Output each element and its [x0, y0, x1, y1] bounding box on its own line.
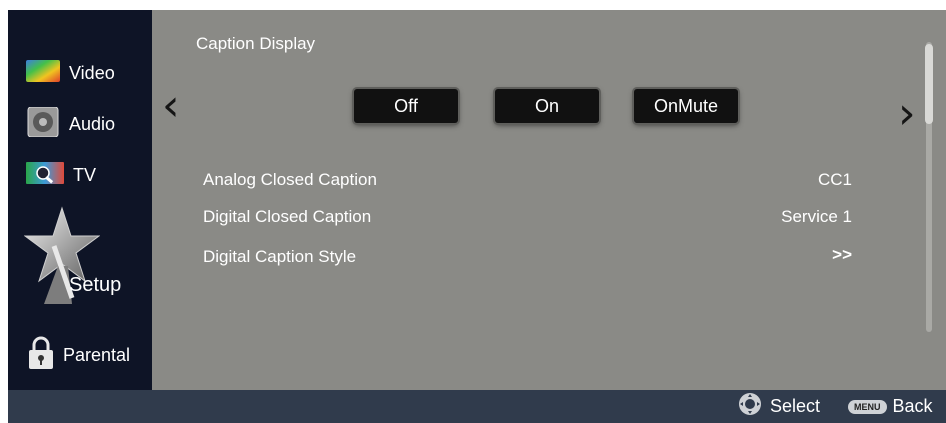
menu-key-icon: MENU [848, 399, 887, 414]
prev-option-arrow[interactable]: ‹ [162, 84, 180, 128]
scrollbar-thumb[interactable] [925, 44, 933, 124]
caption-option-onmute[interactable]: OnMute [634, 89, 738, 123]
back-label: Back [892, 396, 933, 416]
sidebar-item-label: Video [69, 63, 115, 83]
caption-display-label: Caption Display [196, 34, 316, 53]
footer-bar: Select MENU Back [8, 390, 946, 423]
settings-screen: Video Audio TV Setup Parental Caption Di… [8, 10, 946, 423]
caption-option-off[interactable]: Off [354, 89, 458, 123]
digital-closed-caption-label[interactable]: Digital Closed Caption [203, 207, 371, 227]
audio-icon [26, 106, 60, 142]
sidebar-item-parental[interactable]: Parental [28, 336, 130, 375]
sidebar-item-tv[interactable]: TV [26, 162, 96, 189]
sidebar: Video Audio TV Setup Parental [8, 10, 152, 390]
sidebar-item-label: TV [73, 165, 97, 185]
sidebar-item-label: Parental [63, 345, 131, 365]
dpad-icon [738, 392, 762, 421]
tv-icon [26, 162, 64, 189]
digital-caption-style-label[interactable]: Digital Caption Style [203, 247, 356, 267]
select-hint[interactable]: Select [738, 390, 820, 423]
sidebar-item-setup[interactable]: Setup [23, 206, 121, 306]
select-label: Select [770, 396, 821, 416]
next-option-arrow[interactable]: › [898, 92, 916, 136]
sidebar-item-label: Audio [69, 114, 116, 134]
analog-closed-caption-value: CC1 [817, 170, 852, 189]
sidebar-item-audio[interactable]: Audio [26, 106, 116, 142]
lock-icon [28, 336, 54, 375]
digital-closed-caption-value: Service 1 [781, 207, 852, 226]
caption-settings-panel: Caption Display ‹ › Off On OnMute Analog… [152, 10, 946, 390]
back-hint[interactable]: MENU Back [848, 390, 933, 423]
analog-closed-caption-label[interactable]: Analog Closed Caption [203, 170, 377, 190]
video-icon [26, 60, 60, 87]
caption-option-on[interactable]: On [495, 89, 599, 123]
sidebar-item-label: Setup [69, 274, 122, 296]
digital-caption-style-value[interactable]: >> [832, 245, 852, 265]
sidebar-item-video[interactable]: Video [26, 60, 115, 87]
